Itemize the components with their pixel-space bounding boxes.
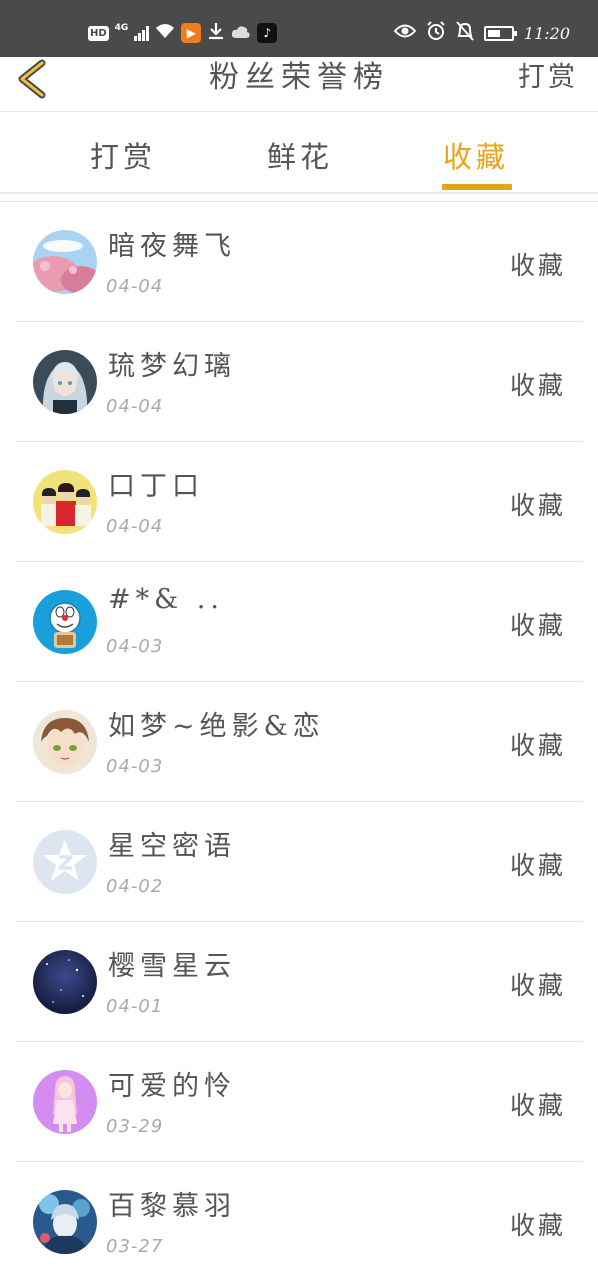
battery-icon [483, 25, 517, 41]
fan-action: 收藏 [509, 371, 566, 400]
tab-indicator [442, 184, 512, 190]
tab-favorites[interactable]: 收藏 [443, 134, 509, 176]
fan-date: 04-04 [106, 516, 164, 537]
signal-icon [134, 25, 150, 41]
status-time: 11:20 [523, 23, 570, 43]
page-title: 粉丝荣誉榜 [209, 60, 389, 95]
list-item[interactable]: 星空密语 04-02 收藏 [16, 802, 582, 922]
fan-date: 04-04 [106, 276, 164, 297]
list-item[interactable]: #*& .. 04-03 收藏 [16, 562, 582, 682]
fan-date: 04-03 [106, 636, 164, 657]
fan-name: 百黎慕羽 [108, 1191, 236, 1222]
fan-action: 收藏 [509, 851, 566, 880]
fan-list: 暗夜舞飞 04-04 收藏 琉梦幻璃 04-04 收藏 口丁口 04-04 收藏… [0, 201, 598, 1280]
list-item[interactable]: 可爱的怜 03-29 收藏 [16, 1042, 582, 1162]
fan-name: 可爱的怜 [108, 1071, 236, 1102]
list-item[interactable]: 琉梦幻璃 04-04 收藏 [16, 322, 582, 442]
fan-date: 04-03 [106, 756, 164, 777]
cherry-blossom-avatar[interactable] [33, 230, 97, 294]
status-right-icons: 11:20 [393, 21, 570, 45]
fan-name: 樱雪星云 [108, 951, 236, 982]
fan-name: 如梦~绝影&恋 [108, 711, 325, 742]
fan-date: 03-29 [106, 1116, 164, 1137]
anime-girl-avatar[interactable] [33, 350, 97, 414]
tab-bar: 打赏 鲜花 收藏 [0, 112, 598, 194]
alarm-icon [426, 21, 446, 45]
fan-action: 收藏 [509, 491, 566, 520]
reward-button[interactable]: 打赏 [518, 57, 578, 99]
fan-action: 收藏 [509, 971, 566, 1000]
wifi-icon [155, 23, 175, 43]
list-item[interactable]: 口丁口 04-04 收藏 [16, 442, 582, 562]
fan-action: 收藏 [509, 251, 566, 280]
network-type: 4G [114, 23, 129, 33]
fan-date: 04-01 [106, 996, 164, 1017]
tiktok-icon: ♪ [257, 23, 278, 43]
eye-icon [393, 23, 417, 43]
fan-date: 03-27 [106, 1236, 164, 1257]
page-header: 粉丝荣誉榜 打赏 [0, 57, 598, 112]
status-bar: HD 4G ▶ ♪ 11:20 [0, 0, 598, 57]
fan-name: #*& .. [108, 584, 224, 615]
download-icon [207, 22, 225, 44]
list-item[interactable]: 百黎慕羽 03-27 收藏 [16, 1162, 582, 1280]
night-sky-avatar[interactable] [33, 950, 97, 1014]
status-left-icons: HD 4G ▶ ♪ [88, 22, 278, 44]
anime-boy-avatar[interactable] [33, 710, 97, 774]
group-photo-avatar[interactable] [33, 470, 97, 534]
hd-badge: HD [88, 25, 109, 41]
pink-girl-avatar[interactable] [33, 1070, 97, 1134]
tab-reward[interactable]: 打赏 [90, 134, 156, 176]
fan-name: 星空密语 [108, 831, 236, 862]
fantasy-avatar[interactable] [33, 1190, 97, 1254]
doraemon-avatar[interactable] [33, 590, 97, 654]
qq-default-avatar[interactable] [33, 830, 97, 894]
fan-date: 04-04 [106, 396, 164, 417]
fan-name: 暗夜舞飞 [108, 231, 236, 262]
list-item[interactable]: 暗夜舞飞 04-04 收藏 [16, 202, 582, 322]
video-app-icon: ▶ [181, 23, 202, 43]
fan-action: 收藏 [509, 1091, 566, 1120]
cloud-icon [231, 24, 251, 43]
fan-name: 琉梦幻璃 [108, 351, 236, 382]
fan-name: 口丁口 [108, 471, 204, 502]
fan-action: 收藏 [509, 611, 566, 640]
list-item[interactable]: 樱雪星云 04-01 收藏 [16, 922, 582, 1042]
mute-bell-icon [456, 21, 474, 45]
tab-flowers[interactable]: 鲜花 [267, 134, 333, 176]
list-item[interactable]: 如梦~绝影&恋 04-03 收藏 [16, 682, 582, 802]
fan-action: 收藏 [509, 731, 566, 760]
fan-date: 04-02 [106, 876, 164, 897]
fan-action: 收藏 [509, 1211, 566, 1240]
